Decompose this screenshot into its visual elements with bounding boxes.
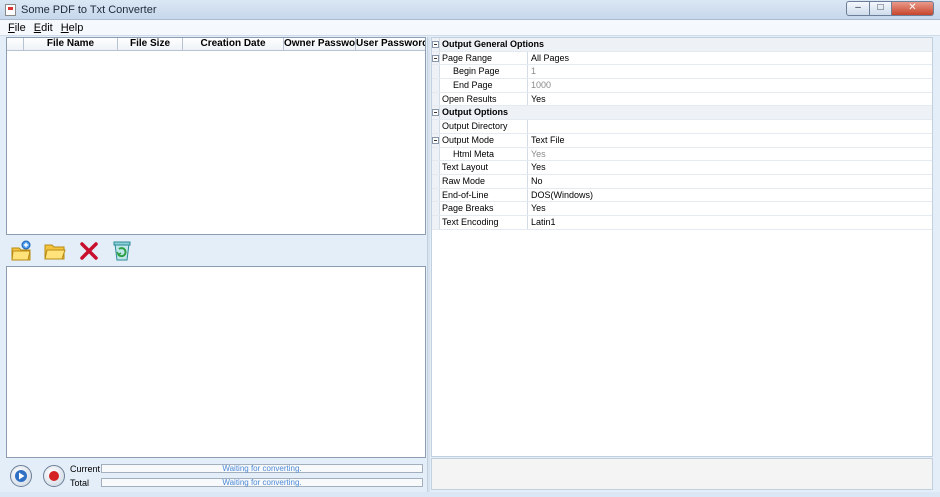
file-toolbar <box>6 236 426 266</box>
category-label: Output General Options <box>442 39 545 49</box>
column-header-file-name[interactable]: File Name <box>24 38 118 50</box>
property-label: Raw Mode <box>440 174 528 188</box>
column-header-file-size[interactable]: File Size <box>118 38 183 50</box>
property-label: Begin Page <box>440 65 528 79</box>
file-table-header: File Name File Size Creation Date Owner … <box>7 38 425 51</box>
property-raw-mode[interactable]: Raw Mode No <box>432 174 932 189</box>
window-title: Some PDF to Txt Converter <box>21 4 157 16</box>
property-label: End Page <box>440 79 528 92</box>
property-label: Page Range <box>440 51 528 65</box>
close-button[interactable]: ✕ <box>892 1 934 16</box>
column-header-creation-date[interactable]: Creation Date <box>183 38 284 50</box>
property-page-breaks[interactable]: Page Breaks Yes <box>432 202 932 216</box>
minimize-button[interactable]: – <box>846 1 870 16</box>
clear-list-icon <box>113 241 131 261</box>
property-end-of-line[interactable]: End-of-Line DOS(Windows) <box>432 188 932 203</box>
log-output-area[interactable] <box>6 266 426 458</box>
add-file-icon <box>11 240 31 261</box>
menu-file[interactable]: File <box>4 20 30 35</box>
property-label: Open Results <box>440 92 528 106</box>
column-header-select[interactable] <box>7 38 24 50</box>
menu-edit[interactable]: Edit <box>30 20 57 35</box>
property-value[interactable]: All Pages <box>528 52 932 65</box>
title-bar: Some PDF to Txt Converter – □ ✕ <box>0 0 940 20</box>
status-bar <box>0 492 940 497</box>
start-convert-button[interactable] <box>10 465 32 487</box>
collapse-icon[interactable] <box>432 41 439 48</box>
column-header-owner-password[interactable]: Owner Password <box>284 38 356 50</box>
clear-list-button[interactable] <box>110 239 134 263</box>
panel-splitter[interactable] <box>427 37 430 492</box>
property-value[interactable]: DOS(Windows) <box>528 189 932 202</box>
property-page-range[interactable]: Page Range All Pages <box>432 51 932 66</box>
collapse-icon[interactable] <box>432 136 439 144</box>
window-controls: – □ ✕ <box>846 1 934 16</box>
stop-record-icon <box>49 471 59 481</box>
play-icon <box>15 470 27 482</box>
app-icon <box>5 4 16 16</box>
property-label: Page Breaks <box>440 202 528 215</box>
remove-icon <box>80 242 98 260</box>
property-end-page[interactable]: End Page 1000 <box>432 79 932 93</box>
add-file-button[interactable] <box>9 239 33 263</box>
category-output-options[interactable]: Output Options <box>432 106 932 121</box>
property-output-directory[interactable]: Output Directory <box>432 120 932 134</box>
column-header-user-password[interactable]: User Password <box>356 38 425 50</box>
property-label: End-of-Line <box>440 188 528 202</box>
property-value[interactable]: 1 <box>528 65 932 78</box>
property-value[interactable]: No <box>528 175 932 188</box>
property-label: Html Meta <box>440 147 528 161</box>
open-folder-button[interactable] <box>43 239 67 263</box>
property-value[interactable]: Yes <box>528 93 932 106</box>
property-label: Output Directory <box>440 120 528 133</box>
property-value[interactable]: 1000 <box>528 79 932 92</box>
property-label: Output Mode <box>440 133 528 147</box>
category-label: Output Options <box>442 107 508 118</box>
menu-help[interactable]: Help <box>57 20 88 35</box>
property-open-results[interactable]: Open Results Yes <box>432 92 932 107</box>
file-list-table[interactable]: File Name File Size Creation Date Owner … <box>6 37 426 235</box>
property-value[interactable]: Latin1 <box>528 216 932 229</box>
collapse-icon[interactable] <box>432 109 439 117</box>
remove-file-button[interactable] <box>77 239 101 263</box>
property-output-mode[interactable]: Output Mode Text File <box>432 133 932 148</box>
property-description-panel <box>431 458 933 490</box>
menu-bar: File Edit Help <box>0 20 940 36</box>
category-output-general-options[interactable]: Output General Options <box>432 38 932 52</box>
total-progress-label: Total <box>70 478 90 488</box>
property-value[interactable]: Yes <box>528 202 932 215</box>
property-value[interactable]: Text File <box>528 134 932 147</box>
current-progress-bar: Waiting for converting. <box>101 464 423 473</box>
open-folder-icon <box>44 244 66 260</box>
property-label: Text Layout <box>440 161 528 174</box>
property-value[interactable]: Yes <box>528 161 932 174</box>
property-value[interactable]: Yes <box>528 148 932 161</box>
total-progress-bar: Waiting for converting. <box>101 478 423 487</box>
options-property-grid: Output General Options Page Range All Pa… <box>431 37 933 457</box>
property-label: Text Encoding <box>440 215 528 229</box>
progress-panel: Current Waiting for converting. Total Wa… <box>6 460 426 490</box>
collapse-icon[interactable] <box>432 54 439 62</box>
maximize-button[interactable]: □ <box>870 1 892 16</box>
property-html-meta[interactable]: Html Meta Yes <box>432 147 932 162</box>
property-text-encoding[interactable]: Text Encoding Latin1 <box>432 215 932 230</box>
current-progress-label: Current <box>70 464 101 474</box>
property-text-layout[interactable]: Text Layout Yes <box>432 161 932 175</box>
property-value[interactable] <box>528 120 932 133</box>
property-begin-page[interactable]: Begin Page 1 <box>432 65 932 80</box>
stop-convert-button[interactable] <box>43 465 65 487</box>
